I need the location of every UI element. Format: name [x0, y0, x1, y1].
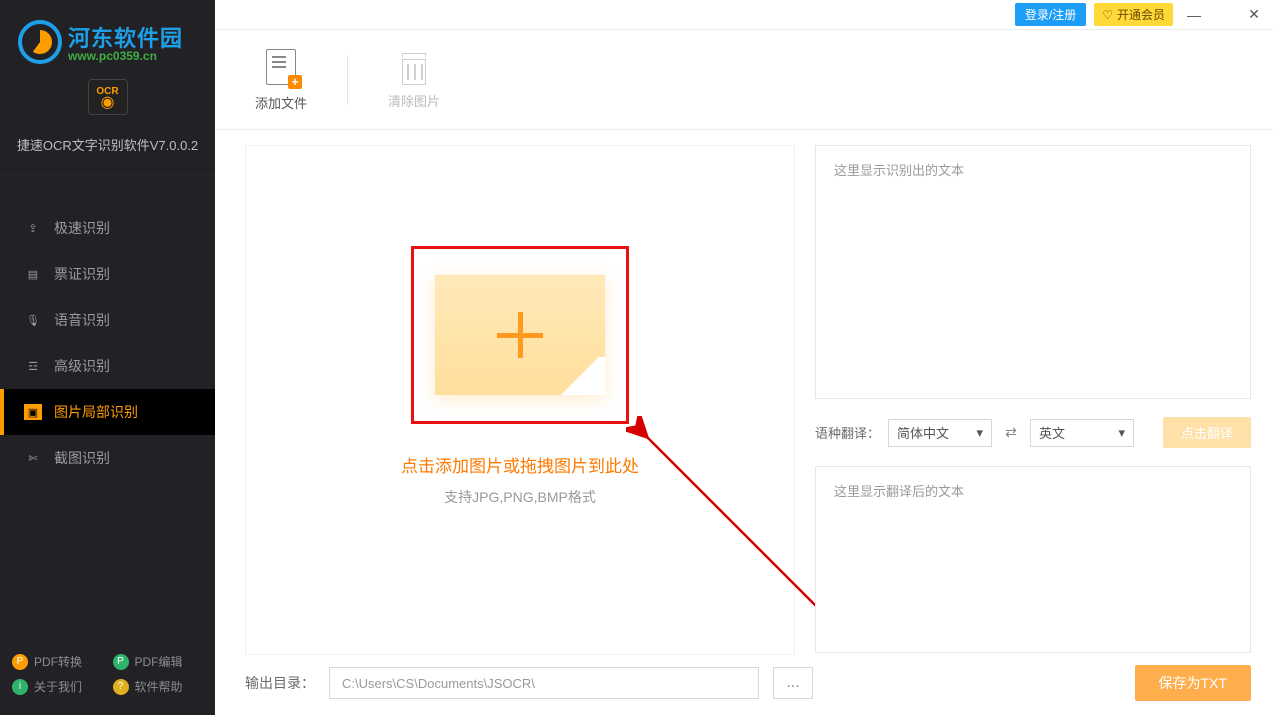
nav-fast-ocr[interactable]: ⇪ 极速识别 [0, 205, 215, 251]
brand-url: www.pc0359.cn [68, 49, 157, 63]
sidebar: 河东软件园 www.pc0359.cn OCR ◉ 捷速OCR文字识别软件V7.… [0, 0, 215, 715]
bottom-bar: 输出目录： C:\Users\CS\Documents\JSOCR\ ... 保… [245, 665, 1251, 701]
image-icon: ▣ [24, 404, 42, 420]
trash-icon [400, 53, 428, 85]
add-file-icon: + [264, 47, 298, 87]
nav-label: 高级识别 [54, 356, 110, 376]
recognized-text-box[interactable]: 这里显示识别出的文本 [815, 145, 1251, 399]
add-file-button[interactable]: + 添加文件 [255, 47, 307, 112]
link-pdf-edit[interactable]: P PDF编辑 [113, 653, 204, 670]
nav: ⇪ 极速识别 ▤ 票证识别 🎙 语音识别 ☲ 高级识别 ▣ 图片局部识别 ✄ 截… [0, 205, 215, 653]
nav-label: 极速识别 [54, 218, 110, 238]
stack-icon: ☲ [24, 358, 42, 374]
toolbar-separator [347, 55, 348, 105]
output-label: 输出目录： [245, 673, 315, 693]
translate-button[interactable]: 点击翻译 [1163, 417, 1251, 448]
ocr-badge-icon: OCR ◉ [88, 79, 128, 115]
main-area: 点击添加图片或拖拽图片到此处 支持JPG,PNG,BMP格式 这里显示识别出的文… [215, 130, 1273, 715]
save-txt-button[interactable]: 保存为TXT [1135, 665, 1251, 701]
right-column: 这里显示识别出的文本 语种翻译： 简体中文 ▾ ⇄ 英文 ▾ 点击翻译 这里显示… [815, 145, 1251, 653]
nav-voice-ocr[interactable]: 🎙 语音识别 [0, 297, 215, 343]
nav-label: 图片局部识别 [54, 402, 138, 422]
maximize-button[interactable] [1215, 6, 1233, 24]
eye-icon: ◉ [101, 97, 115, 109]
recognized-placeholder: 这里显示识别出的文本 [834, 163, 964, 178]
nav-advanced-ocr[interactable]: ☲ 高级识别 [0, 343, 215, 389]
vip-button[interactable]: ♡ 开通会员 [1094, 3, 1173, 26]
nav-image-region-ocr[interactable]: ▣ 图片局部识别 [0, 389, 215, 435]
chevron-down-icon: ▾ [976, 425, 983, 441]
sidebar-footer-links: P PDF转换 P PDF编辑 i 关于我们 ? 软件帮助 [0, 653, 215, 715]
annotation-highlight [411, 246, 629, 424]
pdf-icon: P [113, 654, 129, 670]
diamond-icon: ♡ [1102, 8, 1113, 22]
drop-zone[interactable]: 点击添加图片或拖拽图片到此处 支持JPG,PNG,BMP格式 [245, 145, 795, 655]
nav-label: 票证识别 [54, 264, 110, 284]
translate-label: 语种翻译： [815, 423, 880, 442]
login-button[interactable]: 登录/注册 [1015, 3, 1086, 26]
window-header: 登录/注册 ♡ 开通会员 — ✕ [215, 0, 1273, 30]
nav-ticket-ocr[interactable]: ▤ 票证识别 [0, 251, 215, 297]
chevron-down-icon: ▾ [1118, 425, 1125, 441]
browse-button[interactable]: ... [773, 667, 813, 699]
app-title: 捷速OCR文字识别软件V7.0.0.2 [0, 125, 215, 175]
help-icon: ? [113, 679, 129, 695]
minimize-button[interactable]: — [1185, 6, 1203, 24]
brand-block: 河东软件园 www.pc0359.cn OCR ◉ [0, 0, 215, 125]
translated-placeholder: 这里显示翻译后的文本 [834, 484, 964, 499]
output-path-input[interactable]: C:\Users\CS\Documents\JSOCR\ [329, 667, 759, 699]
drop-subtitle: 支持JPG,PNG,BMP格式 [444, 487, 596, 507]
nav-label: 语音识别 [54, 310, 110, 330]
translated-text-box[interactable]: 这里显示翻译后的文本 [815, 466, 1251, 653]
brand-logo: 河东软件园 www.pc0359.cn [10, 15, 200, 75]
info-icon: i [12, 679, 28, 695]
clear-images-button[interactable]: 清除图片 [388, 49, 440, 110]
brand-logo-icon [18, 20, 62, 64]
drop-title: 点击添加图片或拖拽图片到此处 [401, 452, 639, 477]
toolbar: + 添加文件 清除图片 [215, 30, 1273, 130]
close-button[interactable]: ✕ [1245, 6, 1263, 24]
image-placeholder-icon [435, 275, 605, 395]
upload-icon: ⇪ [24, 220, 42, 236]
swap-languages-button[interactable]: ⇄ [1000, 422, 1022, 444]
pdf-icon: P [12, 654, 28, 670]
link-help[interactable]: ? 软件帮助 [113, 678, 204, 695]
link-about[interactable]: i 关于我们 [12, 678, 103, 695]
nav-screenshot-ocr[interactable]: ✄ 截图识别 [0, 435, 215, 481]
mic-icon: 🎙 [24, 312, 42, 328]
card-icon: ▤ [24, 266, 42, 282]
link-pdf-convert[interactable]: P PDF转换 [12, 653, 103, 670]
translate-row: 语种翻译： 简体中文 ▾ ⇄ 英文 ▾ 点击翻译 [815, 413, 1251, 452]
lang-to-select[interactable]: 英文 ▾ [1030, 419, 1134, 447]
nav-label: 截图识别 [54, 448, 110, 468]
scissors-icon: ✄ [24, 450, 42, 466]
lang-from-select[interactable]: 简体中文 ▾ [888, 419, 992, 447]
